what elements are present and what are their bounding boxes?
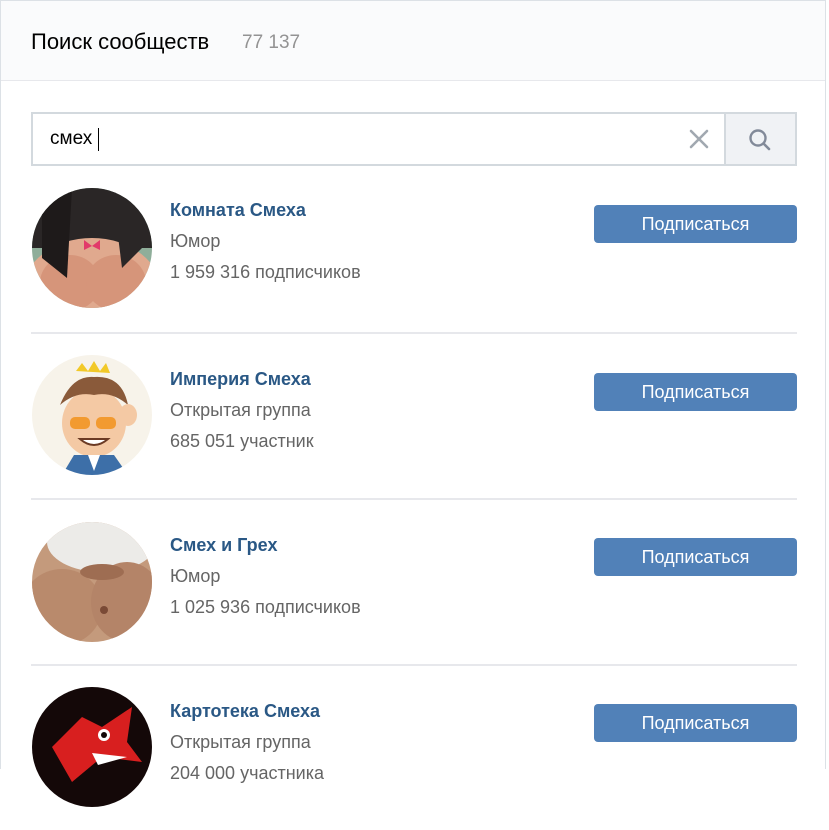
community-type: Юмор xyxy=(170,566,221,586)
page-title: Поиск сообществ xyxy=(31,29,210,54)
results-count: 77 137 xyxy=(242,32,301,53)
search-panel: Поиск сообществ 77 137 смех Комната Смех… xyxy=(0,0,826,807)
subscribe-button[interactable]: Подписаться xyxy=(594,704,797,742)
subscribe-button[interactable]: Подписаться xyxy=(594,205,797,243)
avatar[interactable] xyxy=(32,522,152,642)
community-subscribers: 1 025 936 подписчиков xyxy=(170,597,361,617)
avatar[interactable] xyxy=(32,687,152,807)
avatar[interactable] xyxy=(32,355,152,475)
community-name[interactable]: Империя Смеха xyxy=(170,369,311,390)
community-subscribers: 685 051 участник xyxy=(170,431,314,451)
search-icon xyxy=(749,129,771,151)
community-type: Открытая группа xyxy=(170,400,311,420)
search-input[interactable] xyxy=(33,114,723,164)
list-item: Картотека Смеха Открытая группа 204 000 … xyxy=(31,664,797,830)
community-list: Комната Смеха Юмор 1 959 316 подписчиков… xyxy=(31,166,797,830)
list-item: Комната Смеха Юмор 1 959 316 подписчиков… xyxy=(31,166,797,332)
community-name[interactable]: Картотека Смеха xyxy=(170,701,320,722)
close-icon[interactable] xyxy=(687,127,711,151)
subscribe-button[interactable]: Подписаться xyxy=(594,373,797,411)
subscribe-button[interactable]: Подписаться xyxy=(594,538,797,576)
community-subscribers: 1 959 316 подписчиков xyxy=(170,262,361,282)
list-item: Империя Смеха Открытая группа 685 051 уч… xyxy=(31,332,797,498)
page-header: Поиск сообществ 77 137 xyxy=(1,0,825,81)
community-name[interactable]: Смех и Грех xyxy=(170,535,277,556)
community-subscribers: 204 000 участника xyxy=(170,763,324,783)
community-name[interactable]: Комната Смеха xyxy=(170,200,306,221)
search-bar xyxy=(31,112,797,166)
community-type: Юмор xyxy=(170,231,221,251)
search-button[interactable] xyxy=(724,114,795,164)
community-type: Открытая группа xyxy=(170,732,311,752)
list-item: Смех и Грех Юмор 1 025 936 подписчиков П… xyxy=(31,498,797,664)
avatar[interactable] xyxy=(32,188,152,308)
text-caret xyxy=(98,128,99,151)
